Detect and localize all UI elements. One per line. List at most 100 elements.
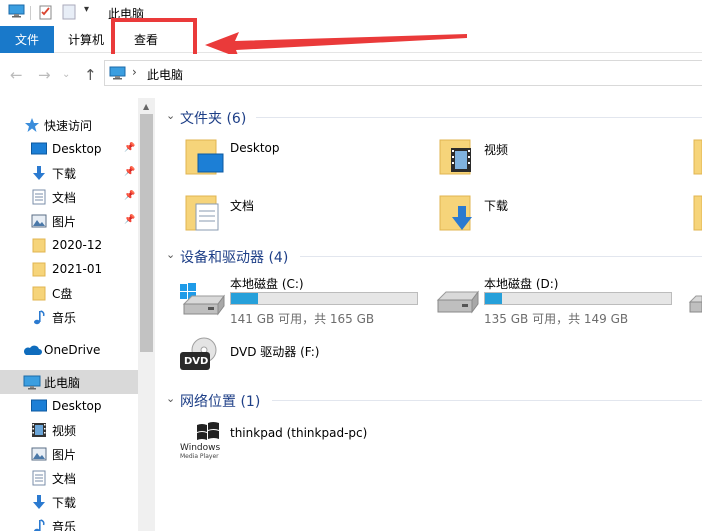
sidebar-item-label: OneDrive	[44, 343, 101, 357]
drive-tile-partial[interactable]	[688, 292, 702, 322]
sidebar-item-2021-01[interactable]: 2021-01	[0, 257, 138, 281]
wmp-icon-text: Windows	[180, 443, 221, 453]
drive-label: 本地磁盘 (C:)	[230, 277, 304, 291]
picture-icon	[31, 447, 47, 461]
document-folder-icon	[185, 195, 219, 231]
sidebar-item-pc-videos[interactable]: 视频	[0, 418, 138, 442]
folder-icon	[693, 139, 702, 175]
sidebar-item-label: 下载	[52, 166, 77, 181]
chevron-down-icon[interactable]: ⌄	[166, 248, 175, 261]
customize-toolbar-icon[interactable]: ▾	[84, 4, 89, 15]
download-icon	[33, 495, 45, 509]
music-icon	[34, 519, 45, 531]
desktop-icon	[31, 399, 47, 412]
divider	[300, 256, 702, 257]
network-tile-thinkpad[interactable]: Windows Media Player thinkpad (thinkpad-…	[178, 418, 428, 462]
tab-computer[interactable]: 计算机	[68, 26, 104, 53]
address-bar[interactable]: › 此电脑	[104, 60, 702, 86]
pin-icon[interactable]: 📌	[124, 167, 135, 177]
drive-label: 本地磁盘 (D:)	[484, 277, 559, 291]
sidebar-item-pc-desktop[interactable]: Desktop	[0, 394, 138, 418]
sidebar-item-documents[interactable]: 文档 📌	[0, 185, 138, 209]
download-icon	[33, 166, 45, 180]
folder-tile-desktop[interactable]: Desktop	[182, 136, 432, 184]
sidebar-item-downloads[interactable]: 下载 📌	[0, 161, 138, 185]
up-arrow-icon[interactable]: ↑	[84, 66, 97, 84]
back-arrow-icon[interactable]: ←	[10, 66, 23, 84]
tile-label: Desktop	[230, 141, 280, 155]
tile-label: 下载	[484, 199, 509, 213]
sidebar-item-label: 下载	[52, 495, 77, 510]
drive-free-space: 141 GB 可用，共 165 GB	[230, 312, 375, 326]
content-pane: ⌄ 文件夹 (6) Desktop 视频 文档 下载 ⌄ 设备和驱动器 (4)	[160, 98, 702, 531]
navigation-bar: ← → ⌄ ↑ › 此电脑	[0, 54, 702, 94]
sidebar-item-pc-documents[interactable]: 文档	[0, 466, 138, 490]
desktop-folder-icon	[185, 139, 224, 175]
sidebar-item-onedrive[interactable]: OneDrive	[0, 338, 138, 362]
sidebar-item-label: Desktop	[52, 399, 102, 413]
folder-icon	[32, 238, 46, 253]
sidebar-item-label: 图片	[52, 447, 77, 462]
network-label: thinkpad (thinkpad-pc)	[230, 426, 368, 440]
forward-arrow-icon[interactable]: →	[38, 66, 51, 84]
sidebar-item-label: 视频	[52, 423, 77, 438]
recent-locations-icon[interactable]: ⌄	[62, 69, 70, 80]
sidebar-item-label: 文档	[52, 190, 77, 205]
sidebar-item-pc-music[interactable]: 音乐	[0, 514, 138, 531]
drive-tile-c[interactable]: 本地磁盘 (C:) 141 GB 可用，共 165 GB	[178, 272, 428, 326]
chevron-down-icon[interactable]: ⌄	[166, 109, 175, 122]
dvd-icon-text: DVD	[184, 356, 209, 367]
group-title: 设备和驱动器 (4)	[180, 250, 289, 266]
this-pc-icon	[23, 375, 41, 390]
star-icon	[25, 118, 39, 132]
hard-drive-icon	[688, 295, 702, 313]
this-pc-icon[interactable]	[8, 4, 25, 18]
folder-tile-downloads[interactable]: 下载	[436, 192, 686, 240]
folder-tile-partial[interactable]	[692, 192, 702, 240]
properties-icon[interactable]	[38, 4, 54, 20]
sidebar-item-music[interactable]: 音乐	[0, 305, 138, 329]
drive-tile-dvd[interactable]: DVD DVD 驱动器 (F:)	[178, 336, 428, 378]
folder-tile-partial[interactable]	[692, 136, 702, 184]
sidebar-item-this-pc[interactable]: 此电脑	[0, 370, 138, 394]
pin-icon[interactable]: 📌	[124, 191, 135, 201]
scrollbar-thumb[interactable]	[140, 114, 153, 352]
chevron-right-icon[interactable]: ›	[132, 65, 137, 79]
wmp-icon-subtext: Media Player	[180, 453, 219, 460]
title-bar: ▾ 此电脑	[0, 0, 702, 26]
this-pc-icon	[109, 66, 126, 80]
divider	[256, 117, 702, 118]
group-title: 文件夹 (6)	[180, 111, 247, 127]
chevron-down-icon[interactable]: ⌄	[166, 392, 175, 405]
document-icon	[32, 189, 46, 205]
divider	[30, 6, 31, 20]
folder-icon	[32, 262, 46, 277]
scroll-up-icon[interactable]: ▲	[143, 102, 149, 111]
folder-tile-documents[interactable]: 文档	[182, 192, 432, 240]
sidebar-item-2020-12[interactable]: 2020-12	[0, 233, 138, 257]
address-path[interactable]: 此电脑	[147, 66, 183, 83]
drive-usage-fill	[485, 293, 503, 304]
sidebar-item-quick-access[interactable]: 快速访问	[0, 113, 138, 137]
sidebar-item-pc-pictures[interactable]: 图片	[0, 442, 138, 466]
video-folder-icon	[439, 139, 471, 175]
windows-media-player-icon	[197, 422, 219, 440]
cloud-icon	[23, 345, 42, 355]
sidebar-item-desktop[interactable]: Desktop 📌	[0, 137, 138, 161]
sidebar-item-pc-downloads[interactable]: 下载	[0, 490, 138, 514]
sidebar-item-pictures[interactable]: 图片 📌	[0, 209, 138, 233]
windows-drive-icon	[180, 283, 225, 316]
group-title: 网络位置 (1)	[180, 394, 261, 410]
sidebar-item-label: 2020-12	[52, 238, 103, 252]
dvd-drive-icon	[180, 337, 217, 370]
navigation-pane: ▲ 快速访问 Desktop 📌 下载 📌 文档 📌 图片 📌 2020-12 …	[0, 98, 155, 531]
tab-file[interactable]: 文件	[0, 26, 54, 53]
pin-icon[interactable]: 📌	[124, 143, 135, 153]
folder-tile-videos[interactable]: 视频	[436, 136, 686, 184]
sidebar-item-c-drive[interactable]: C盘	[0, 281, 138, 305]
drive-tile-d[interactable]: 本地磁盘 (D:) 135 GB 可用，共 149 GB	[432, 272, 682, 326]
picture-icon	[31, 214, 47, 228]
drive-label: DVD 驱动器 (F:)	[230, 345, 320, 359]
new-folder-icon[interactable]	[62, 4, 76, 20]
pin-icon[interactable]: 📌	[124, 215, 135, 225]
